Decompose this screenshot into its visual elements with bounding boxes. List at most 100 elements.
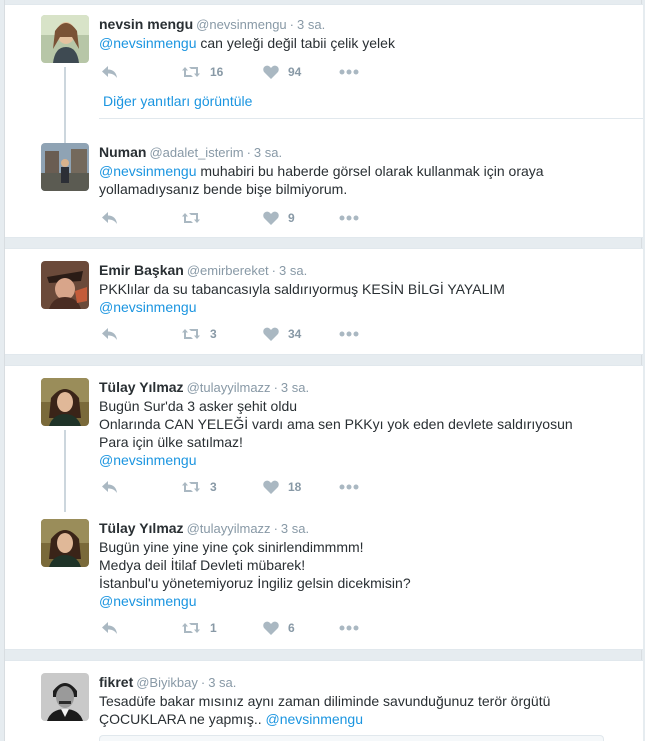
more-icon xyxy=(339,331,359,337)
text-line: Tesadüfe bakar mısınız aynı zaman dilimi… xyxy=(99,693,551,709)
separator-dot: · xyxy=(273,380,278,395)
like-button[interactable]: 18 xyxy=(263,479,301,495)
more-button[interactable] xyxy=(339,64,359,80)
mention-link[interactable]: @nevsinmengu xyxy=(99,299,197,315)
tweet-header: Tülay Yılmaz @tulayyilmazz · 3 sa. xyxy=(99,378,633,396)
retweet-button[interactable]: 3 xyxy=(181,326,217,342)
timestamp[interactable]: 3 sa. xyxy=(279,263,307,278)
separator-dot: · xyxy=(200,675,206,690)
more-button[interactable] xyxy=(339,326,359,342)
like-count: 94 xyxy=(288,65,302,79)
reply-icon xyxy=(102,622,117,634)
text-line: ÇOCUKLARA ne yapmış.. xyxy=(99,711,266,727)
text-line: can yeleği değil tabii çelik yelek xyxy=(196,35,395,51)
timestamp[interactable]: 3 sa. xyxy=(208,675,236,690)
like-button[interactable]: 9 xyxy=(263,210,295,226)
username[interactable]: @emirbereket xyxy=(187,263,269,278)
fullname[interactable]: Tülay Yılmaz xyxy=(99,520,184,536)
conversation-card: Emir Başkan @emirbereket · 3 sa. PKKlılar d… xyxy=(5,248,643,355)
tweet-header: nevsin mengu @nevsinmengu · 3 sa. xyxy=(99,15,633,33)
username[interactable]: @nevsinmengu xyxy=(196,17,287,32)
fullname[interactable]: Numan xyxy=(99,144,146,160)
mention-link[interactable]: @nevsinmengu xyxy=(99,35,197,51)
timestamp[interactable]: 3 sa. xyxy=(281,380,309,395)
tweet-actions: 16 94 xyxy=(99,64,379,80)
media-preview[interactable] xyxy=(99,735,604,741)
fullname[interactable]: fikret xyxy=(99,674,133,690)
reply-button[interactable] xyxy=(101,210,118,226)
avatar[interactable] xyxy=(41,261,89,309)
more-icon xyxy=(339,484,359,490)
retweet-button[interactable]: 3 xyxy=(181,479,217,495)
reply-button[interactable] xyxy=(101,620,118,636)
like-button[interactable]: 94 xyxy=(263,64,301,80)
heart-icon xyxy=(263,621,279,635)
more-button[interactable] xyxy=(339,210,359,226)
tweet-header: Tülay Yılmaz @tulayyilmazz · 3 sa. xyxy=(99,519,633,537)
retweet-button[interactable]: 16 xyxy=(181,64,223,80)
reply-icon xyxy=(102,212,117,224)
more-icon xyxy=(339,69,359,75)
retweet-count: 3 xyxy=(210,327,217,341)
text-line: Onlarında CAN YELEĞİ vardı ama sen PKKyı… xyxy=(99,416,573,432)
reply-button[interactable] xyxy=(101,64,118,80)
mention-link[interactable]: @nevsinmengu xyxy=(99,163,197,179)
retweet-button[interactable] xyxy=(181,210,201,226)
avatar[interactable] xyxy=(41,519,89,567)
retweet-icon xyxy=(182,329,200,339)
avatar[interactable] xyxy=(41,378,89,426)
reply-button[interactable] xyxy=(101,479,118,495)
more-icon xyxy=(339,625,359,631)
like-count: 6 xyxy=(288,621,295,635)
like-count: 9 xyxy=(288,211,295,225)
mention-link[interactable]: @nevsinmengu xyxy=(99,452,197,468)
tweet-text: Bugün Sur'da 3 asker şehit oldu Onlarınd… xyxy=(99,397,633,469)
timestamp[interactable]: 3 sa. xyxy=(281,521,309,536)
username[interactable]: @Biyikbay xyxy=(136,675,198,690)
mention-link[interactable]: @nevsinmengu xyxy=(266,711,364,727)
reply-icon xyxy=(102,66,117,78)
heart-icon xyxy=(263,65,279,79)
retweet-icon xyxy=(182,482,200,492)
tweet-actions: 3 18 xyxy=(99,479,379,495)
fullname[interactable]: Emir Başkan xyxy=(99,262,184,278)
fullname[interactable]: Tülay Yılmaz xyxy=(99,379,184,395)
avatar[interactable] xyxy=(41,673,89,721)
divider xyxy=(99,118,643,119)
separator-dot: · xyxy=(289,17,295,32)
timestamp[interactable]: 3 sa. xyxy=(297,17,325,32)
username[interactable]: @tulayyilmazz xyxy=(187,521,271,536)
text-line: muhabiri bu haberde görsel olarak kullan… xyxy=(196,163,544,179)
mention-link[interactable]: @nevsinmengu xyxy=(99,593,197,609)
retweet-count: 16 xyxy=(210,65,224,79)
tweet-actions: 9 xyxy=(99,210,379,226)
thread-connector xyxy=(64,67,66,147)
retweet-count: 3 xyxy=(210,480,217,494)
like-count: 18 xyxy=(288,480,302,494)
retweet-button[interactable]: 1 xyxy=(181,620,217,636)
tweet-text: PKKlılar da su tabancasıyla saldırıyormu… xyxy=(99,280,633,316)
tweet-text: Bugün yine yine yine çok sinirlendimmmm!… xyxy=(99,538,633,610)
reply-icon xyxy=(102,328,117,340)
more-button[interactable] xyxy=(339,620,359,636)
fullname[interactable]: nevsin mengu xyxy=(99,16,193,32)
like-button[interactable]: 34 xyxy=(263,326,301,342)
reply-button[interactable] xyxy=(101,326,118,342)
more-button[interactable] xyxy=(339,479,359,495)
heart-icon xyxy=(263,327,279,341)
tweet-text: Tesadüfe bakar mısınız aynı zaman dilimi… xyxy=(99,692,633,728)
view-more-replies-link[interactable]: Diğer yanıtları görüntüle xyxy=(103,93,252,109)
more-icon xyxy=(339,215,359,221)
text-line: Bugün yine yine yine çok sinirlendimmmm! xyxy=(99,539,364,555)
conversation-card: nevsin mengu @nevsinmengu · 3 sa. @nevsinme… xyxy=(5,4,643,238)
avatar[interactable] xyxy=(41,15,89,63)
avatar[interactable] xyxy=(41,143,89,191)
retweet-icon xyxy=(182,213,200,223)
tweet-text: @nevsinmengu can yeleği değil tabii çeli… xyxy=(99,34,633,52)
username[interactable]: @adalet_isterim xyxy=(149,145,243,160)
text-line: İstanbul'u yönetemiyoruz İngiliz gelsin … xyxy=(99,575,411,591)
like-button[interactable]: 6 xyxy=(263,620,295,636)
timestamp[interactable]: 3 sa. xyxy=(254,145,282,160)
text-line: Bugün Sur'da 3 asker şehit oldu xyxy=(99,398,298,414)
username[interactable]: @tulayyilmazz xyxy=(187,380,271,395)
